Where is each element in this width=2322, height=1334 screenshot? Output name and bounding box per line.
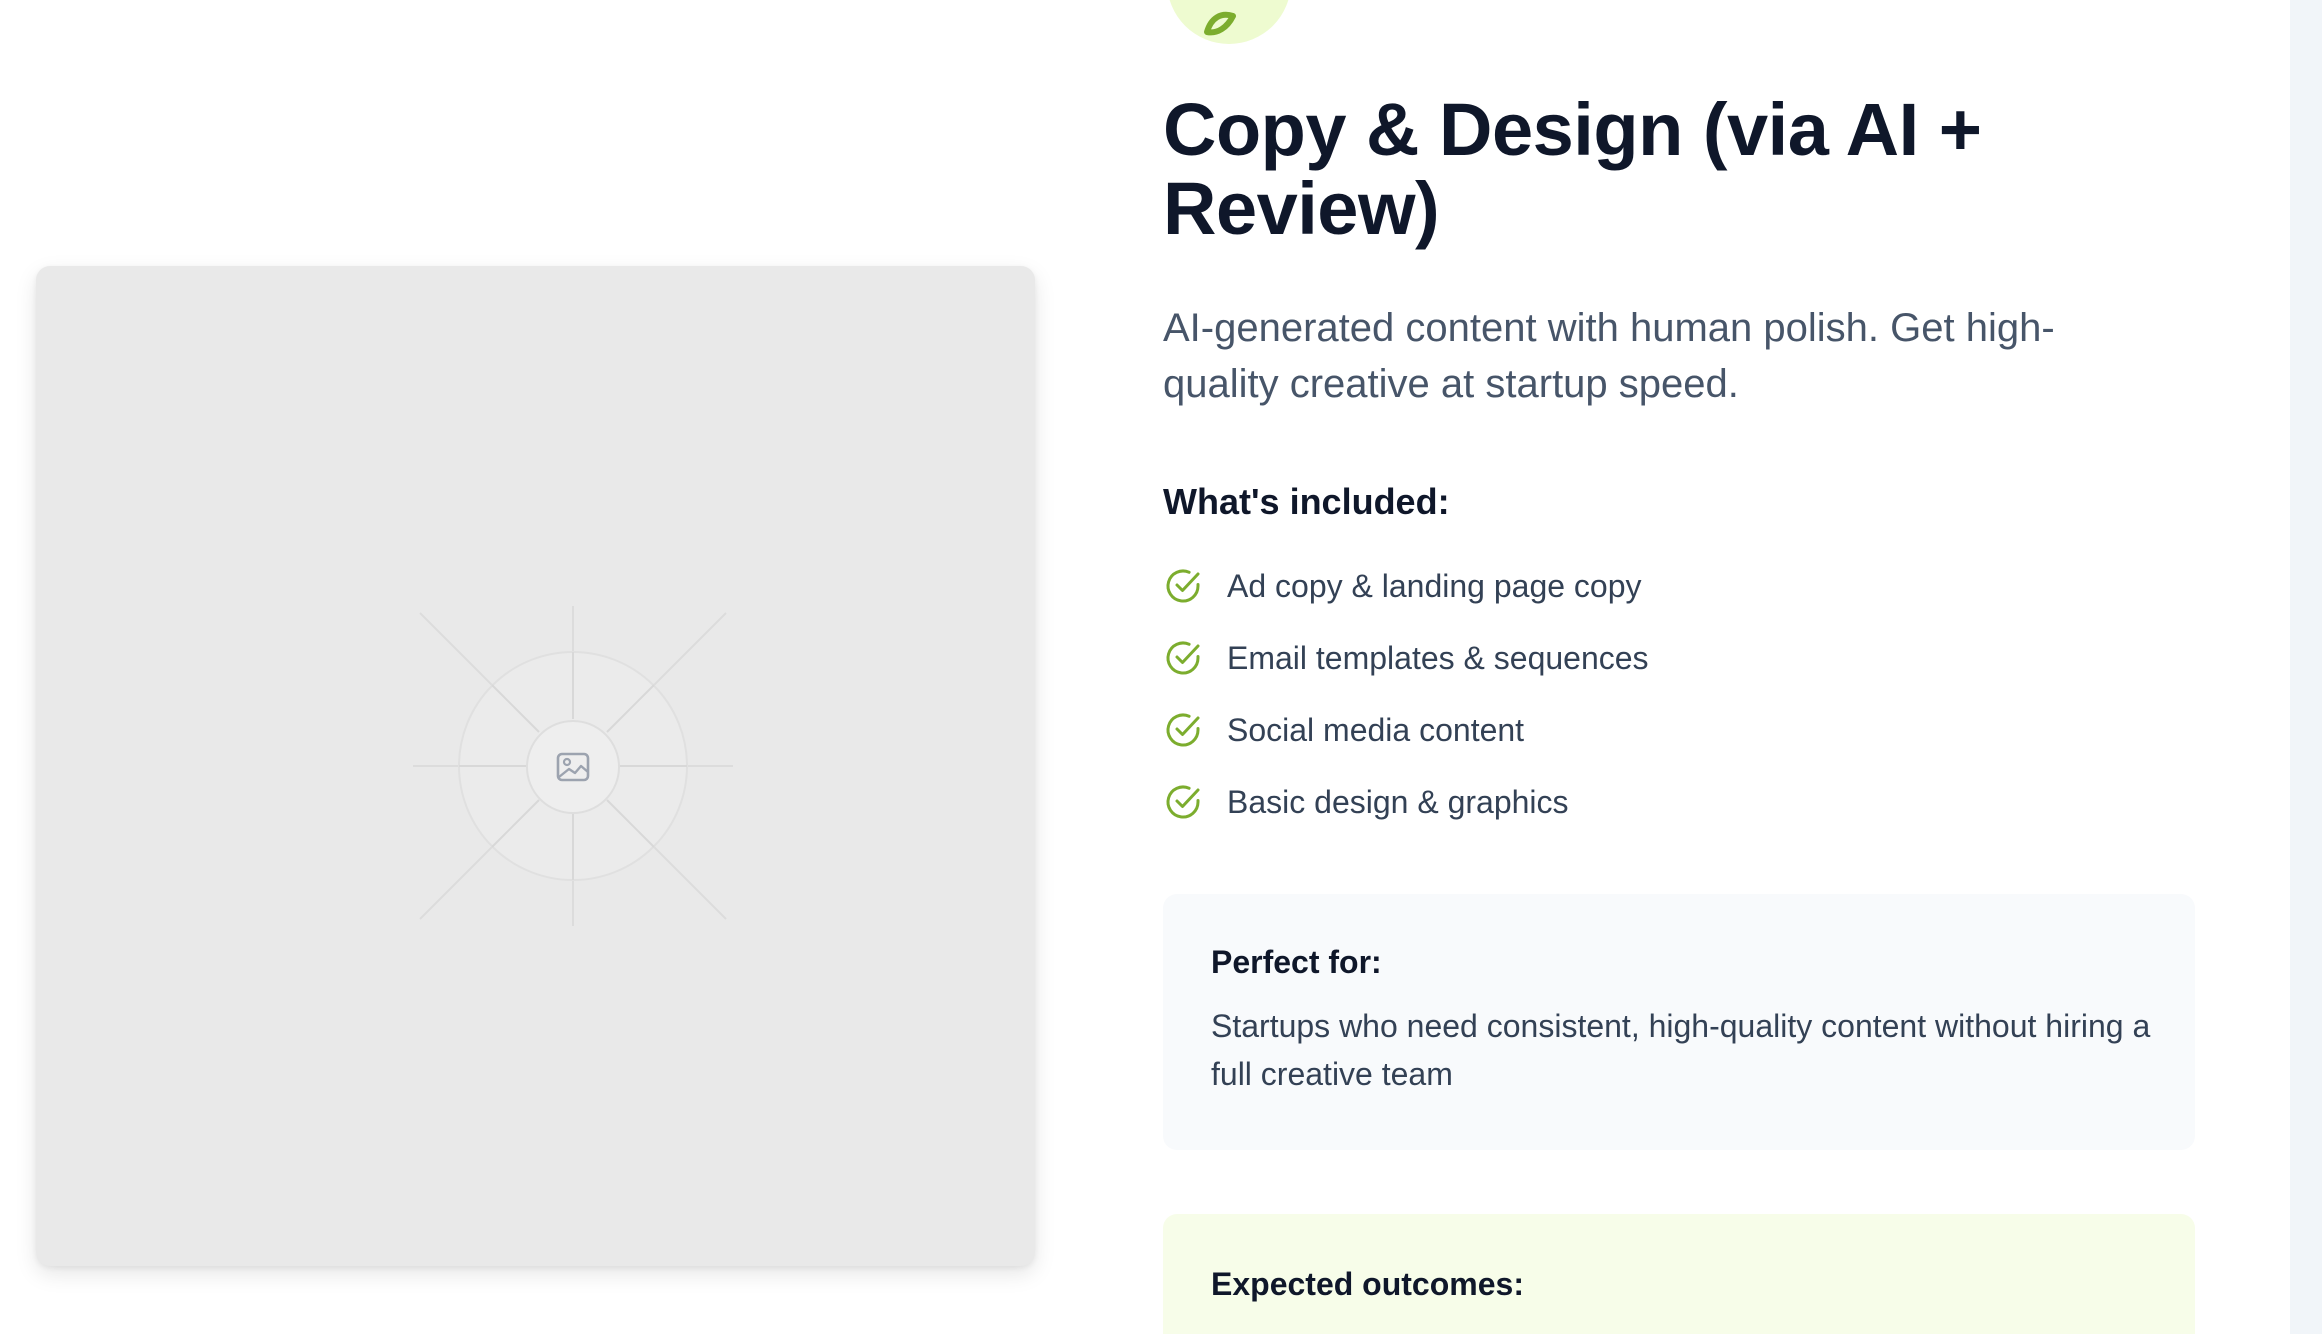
perfect-for-text: Startups who need consistent, high-quali… (1211, 1008, 2151, 1092)
service-image (36, 266, 1035, 1266)
feature-label: Social media content (1227, 712, 1525, 748)
list-item: Basic design & graphics (1163, 782, 1649, 822)
check-circle-icon (1166, 641, 1200, 675)
image-placeholder-icon (526, 720, 620, 814)
page-title: Copy & Design (via AI + Review) (1163, 88, 1982, 250)
expected-outcomes-card: Expected outcomes: (1163, 1214, 2195, 1334)
list-item: Social media content (1163, 710, 1649, 750)
perfect-for-heading: Perfect for: (1211, 944, 1382, 980)
check-circle-icon (1166, 713, 1200, 747)
feature-label: Ad copy & landing page copy (1227, 568, 1642, 604)
leaf-icon (1167, 0, 1291, 44)
page-subtitle: AI-generated content with human polish. … (1163, 306, 2055, 406)
included-heading: What's included: (1163, 481, 1450, 522)
feature-label: Basic design & graphics (1227, 784, 1569, 820)
feature-label: Email templates & sequences (1227, 640, 1649, 676)
check-circle-icon (1166, 569, 1200, 603)
page: Copy & Design (via AI + Review) AI-gener… (0, 0, 2322, 1334)
expected-outcomes-heading: Expected outcomes: (1211, 1266, 1524, 1302)
check-circle-icon (1166, 785, 1200, 819)
scrollbar-track[interactable] (2290, 0, 2322, 1334)
list-item: Ad copy & landing page copy (1163, 566, 1649, 606)
perfect-for-card: Perfect for: Startups who need consisten… (1163, 894, 2195, 1150)
list-item: Email templates & sequences (1163, 638, 1649, 678)
feature-list: Ad copy & landing page copy Email templa… (1163, 566, 1649, 854)
